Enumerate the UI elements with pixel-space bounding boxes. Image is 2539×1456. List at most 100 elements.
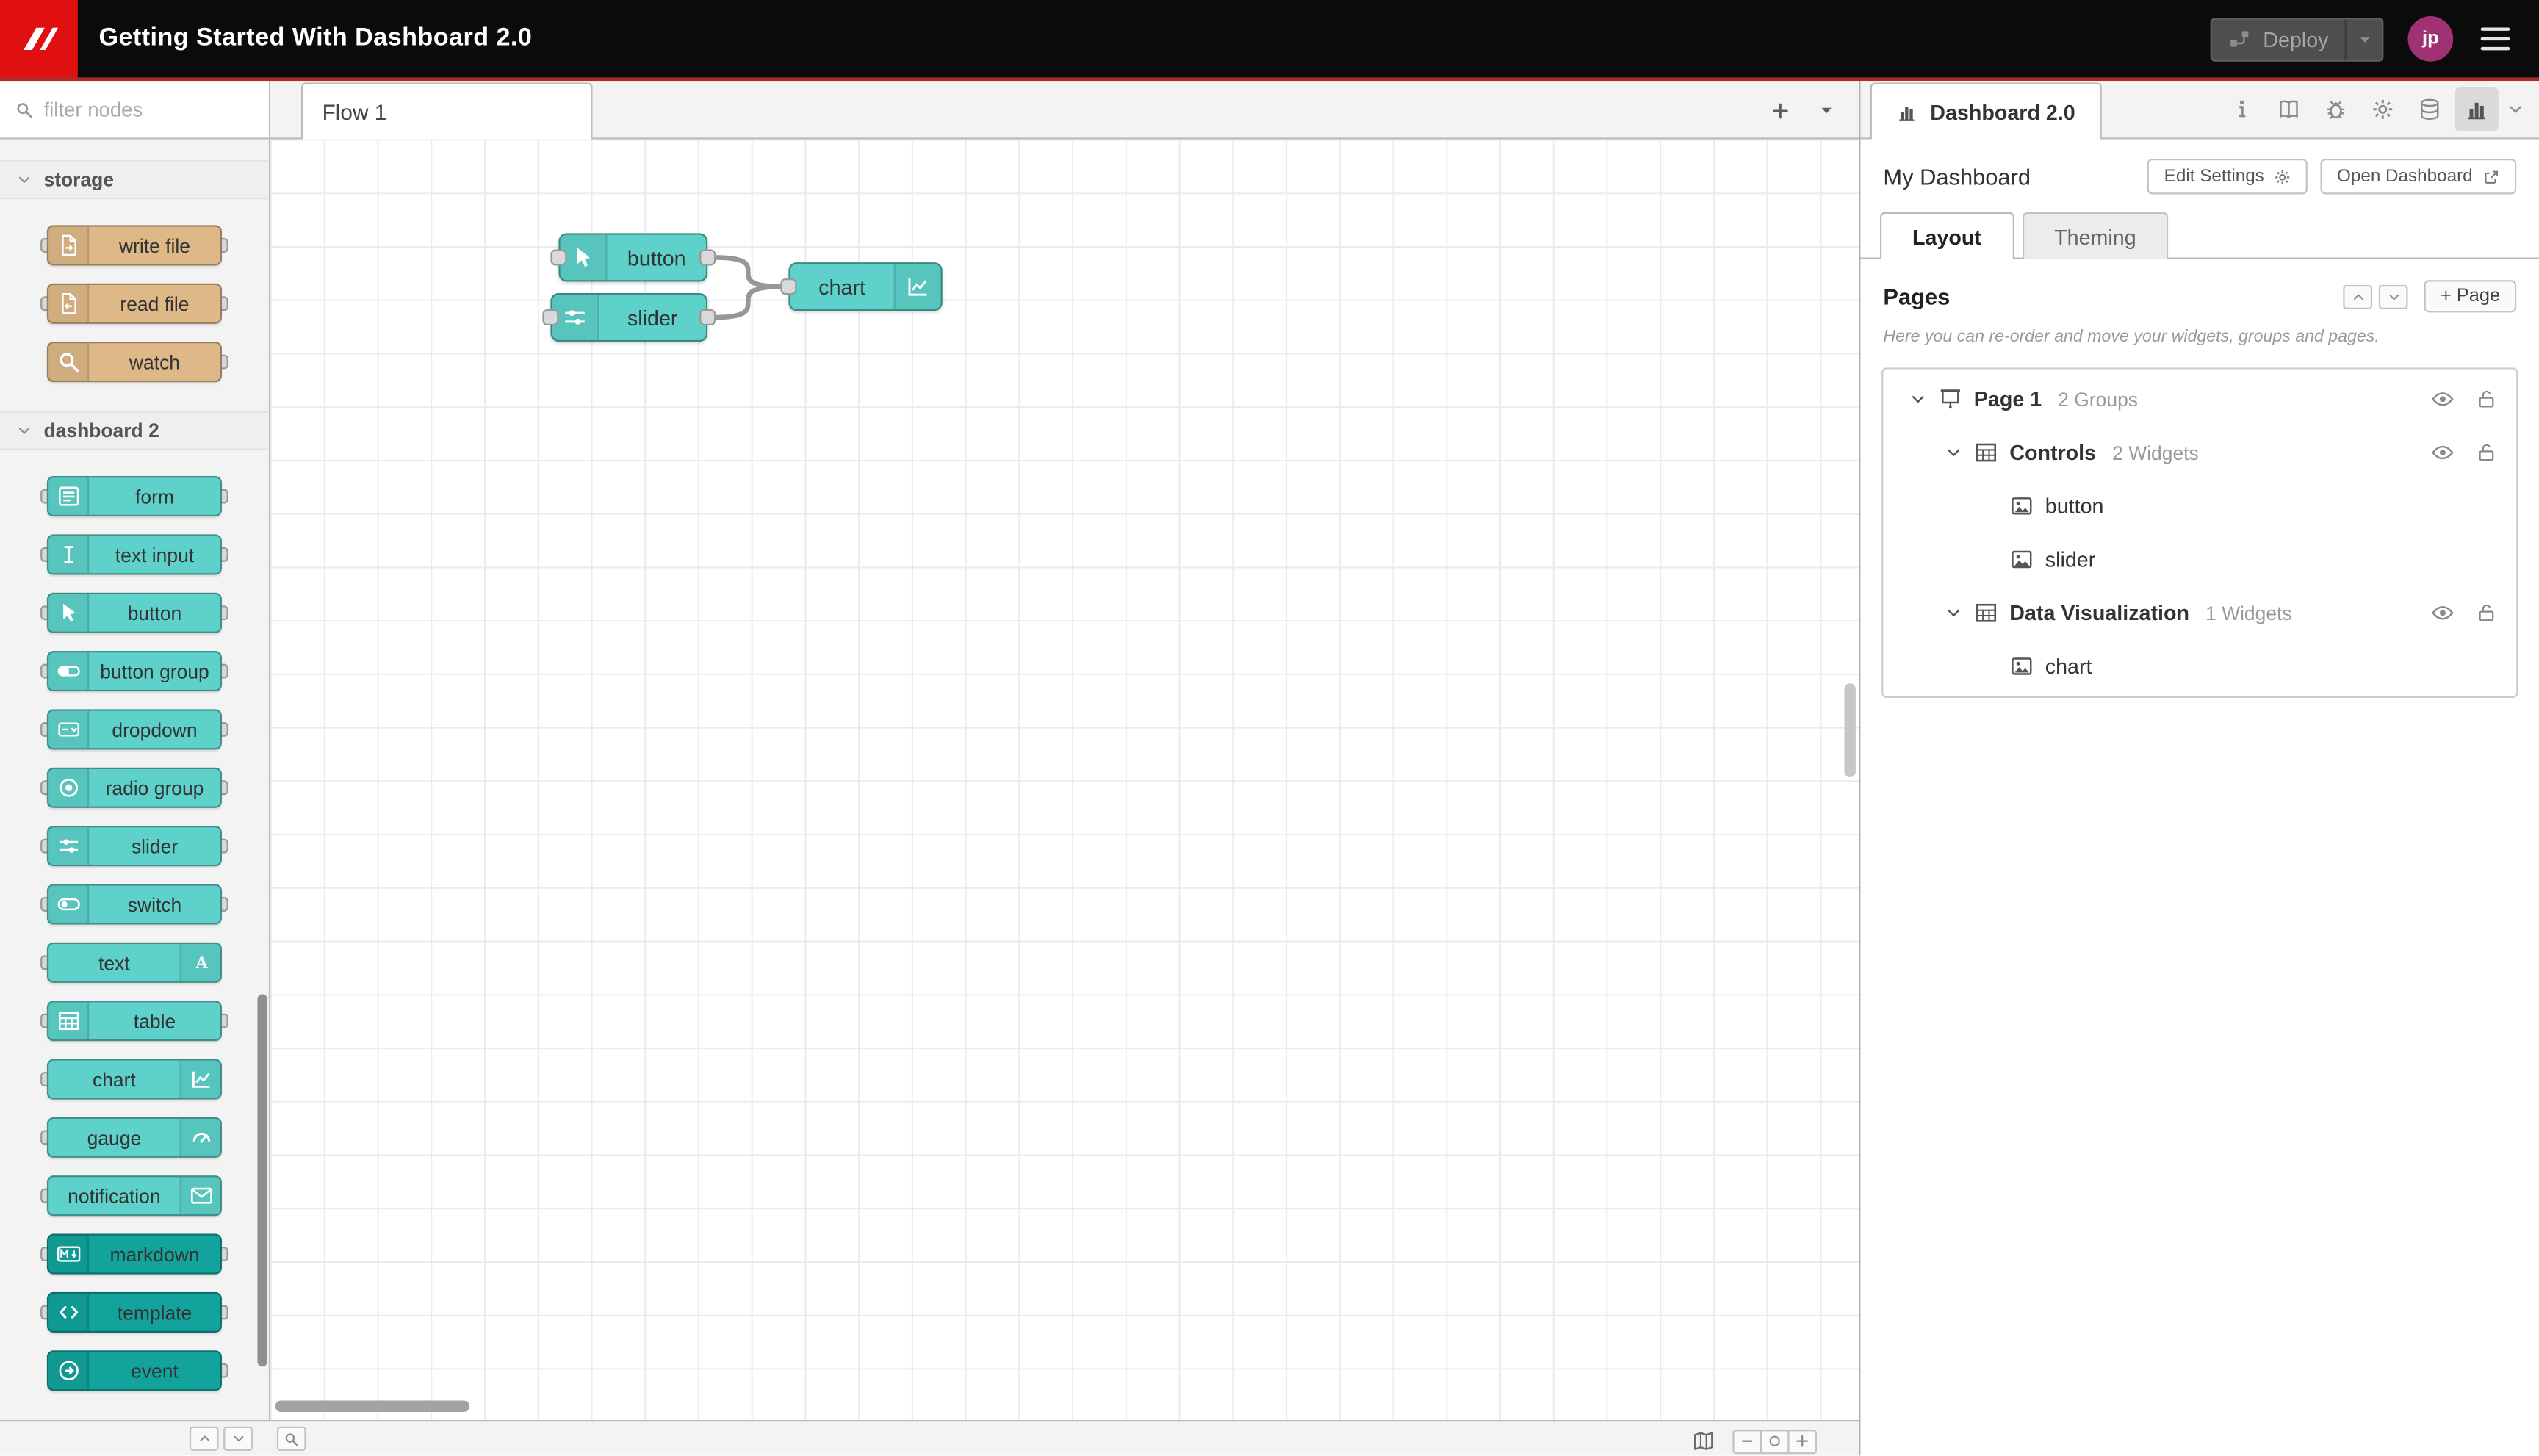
search-flows-button[interactable] [276,1426,306,1451]
chevron-down-icon [16,422,32,439]
deploy-button[interactable]: Deploy [2209,17,2384,61]
collapse-pages-button[interactable] [2343,284,2373,309]
palette-node-button[interactable]: button [40,592,228,633]
flow-node-slider[interactable]: slider [542,292,716,342]
flow-list-button[interactable] [1814,97,1840,123]
canvas-horizontal-scrollbar[interactable] [275,1400,470,1412]
chart-line-icon [189,1067,213,1092]
tab-flow-1[interactable]: Flow 1 [300,82,593,140]
sidebar-tab-layers[interactable] [2407,87,2452,131]
collapse-all-categories-button[interactable] [189,1426,219,1451]
palette-search-input[interactable] [43,98,255,121]
canvas-vertical-scrollbar[interactable] [1844,683,1856,777]
palette-node-form[interactable]: form [40,476,228,517]
add-flow-button[interactable] [1767,96,1794,123]
wire-button-to-chart[interactable] [711,255,785,289]
category-header-storage[interactable]: storage [0,160,269,200]
palette-node-label: markdown [109,1242,200,1266]
node-red-logo[interactable] [0,0,78,78]
tree-row-page-1[interactable]: Page 1 2 Groups [1883,372,2516,426]
node-port-in[interactable] [780,278,797,295]
flow-map-button[interactable] [1689,1427,1718,1456]
table-icon [1974,441,1998,465]
chevron-down-icon[interactable] [1945,444,1962,461]
node-red-editor: Getting Started With Dashboard 2.0 Deplo… [0,0,2539,1456]
page-title: Getting Started With Dashboard 2.0 [98,24,533,52]
flow-node-chart[interactable]: chart [780,262,943,311]
button-group-icon [56,659,80,683]
deploy-options-caret[interactable] [2347,18,2382,59]
tree-row-controls[interactable]: Controls 2 Widgets [1883,426,2516,480]
visibility-toggle[interactable] [2430,601,2455,625]
category-header-dashboard-2[interactable]: dashboard 2 [0,411,269,450]
palette-node-text-input[interactable]: text input [40,534,228,575]
tree-row-chart[interactable]: chart [1883,640,2516,693]
palette-node-notification[interactable]: notification [40,1175,222,1217]
tree-item-label: Controls [2009,440,2097,465]
palette-search[interactable] [0,81,269,140]
sidebar-tab-bar-chart[interactable] [2455,86,2499,131]
node-icon-area [48,1002,90,1040]
visibility-toggle[interactable] [2430,441,2455,465]
palette-node-chart[interactable]: chart [40,1059,222,1100]
tree-row-data-visualization[interactable]: Data Visualization 1 Widgets [1883,586,2516,640]
lock-toggle[interactable] [2476,389,2497,410]
node-icon-area [893,264,941,309]
chevron-down-icon[interactable] [1945,604,1962,621]
avatar[interactable]: jp [2407,16,2454,62]
node-port-in[interactable] [550,249,567,266]
palette-node-markdown[interactable]: markdown [40,1233,228,1275]
plus-icon [1794,1433,1810,1449]
flow-canvas[interactable]: button slider chart [270,139,1859,1420]
expand-pages-button[interactable] [2379,284,2408,309]
tree-row-slider[interactable]: slider [1883,533,2516,586]
lock-toggle[interactable] [2476,602,2497,624]
palette-node-switch[interactable]: switch [40,884,228,925]
tab-theming[interactable]: Theming [2022,212,2169,259]
wire-slider-to-chart[interactable] [711,284,785,320]
palette-node-table[interactable]: table [40,1001,228,1042]
sidebar-icon-tabs [2220,79,2499,137]
tree-row-actions [2430,441,2516,465]
zoom-reset-button[interactable] [1760,1429,1790,1454]
lock-toggle[interactable] [2476,442,2497,464]
palette-scrollbar[interactable] [257,994,267,1367]
palette-node-radio-group[interactable]: radio group [40,767,228,808]
palette-node-template[interactable]: template [40,1291,228,1333]
palette-node-event[interactable]: event [46,1350,228,1391]
sidebar-tab-bug[interactable] [2314,87,2358,131]
chevron-down-icon[interactable] [1909,390,1927,408]
flow-node-button[interactable]: button [550,233,716,282]
visibility-toggle[interactable] [2430,387,2455,411]
open-dashboard-button[interactable]: Open Dashboard [2320,159,2517,195]
tab-dashboard-2[interactable]: Dashboard 2.0 [1870,82,2102,140]
add-page-button[interactable]: + Page [2424,280,2517,313]
zoom-in-button[interactable] [1787,1429,1817,1454]
node-port-out[interactable] [699,309,716,326]
zoom-out-button[interactable] [1732,1429,1762,1454]
node-port-out[interactable] [699,249,716,266]
palette-node-button-group[interactable]: button group [40,651,228,692]
wires-layer [711,255,785,320]
tab-layout[interactable]: Layout [1879,212,2014,259]
sidebar-tabs-caret[interactable] [2499,87,2531,131]
tree-row-button[interactable]: button [1883,479,2516,533]
sidebar-tab-info[interactable] [2220,87,2264,131]
sidebar-tab-book[interactable] [2267,87,2311,131]
sidebar-tabbar: Dashboard 2.0 [1860,79,2539,140]
menu-icon[interactable] [2477,21,2513,57]
pointer-icon [570,245,596,270]
tree-item-label: chart [2045,654,2092,679]
expand-all-categories-button[interactable] [223,1426,253,1451]
palette-node-watch[interactable]: watch [46,342,228,383]
palette-node-dropdown[interactable]: dropdown [40,709,228,750]
palette-node-read-file[interactable]: read file [40,283,228,324]
palette-node-write-file[interactable]: write file [40,225,228,266]
edit-settings-button[interactable]: Edit Settings [2147,159,2308,195]
palette-node-slider[interactable]: slider [40,826,228,867]
image-icon [2009,494,2034,518]
sidebar-tab-gear[interactable] [2361,87,2405,131]
node-port-in[interactable] [542,309,559,326]
palette-node-text[interactable]: text A [40,942,222,983]
palette-node-gauge[interactable]: gauge [40,1117,222,1158]
